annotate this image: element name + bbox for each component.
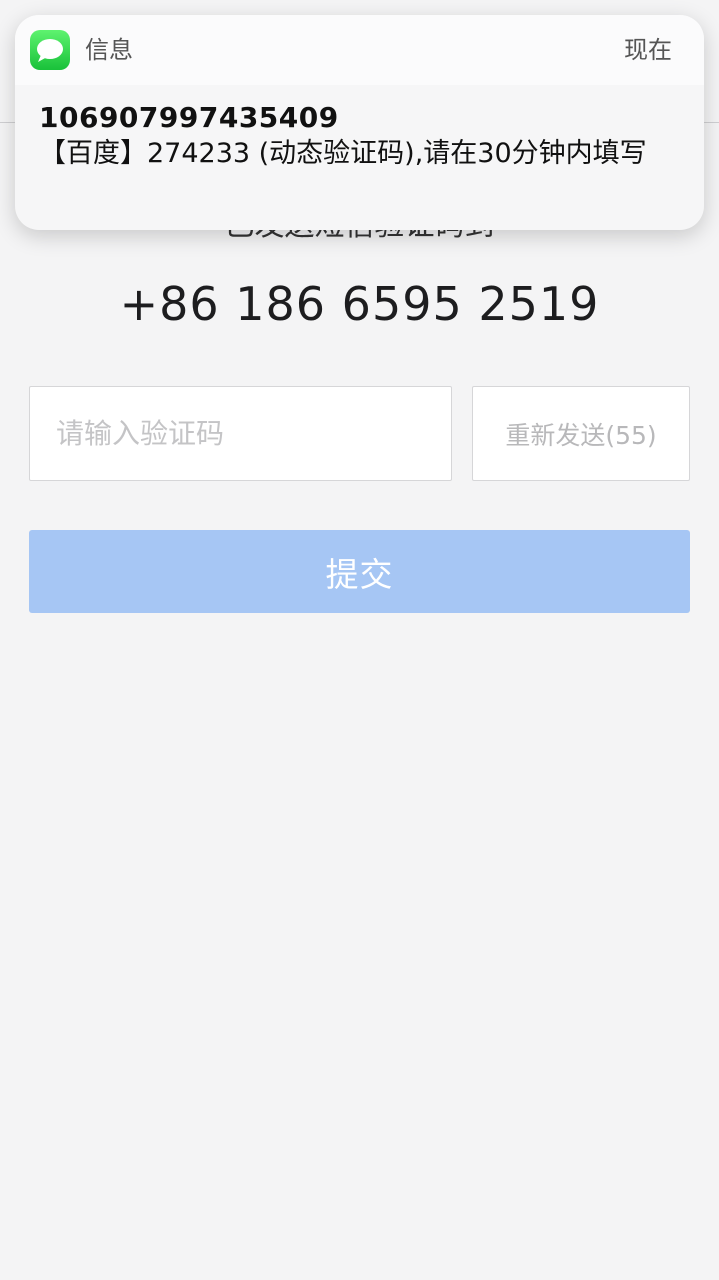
verification-screen: 已发送短信验证码到 +86 186 6595 2519 重新发送(55) 提交 … bbox=[0, 0, 719, 1280]
notification-message: 【百度】274233 (动态验证码),请在30分钟内填写 bbox=[39, 138, 647, 169]
resend-code-button[interactable]: 重新发送(55) bbox=[472, 386, 690, 481]
verification-code-input[interactable] bbox=[29, 386, 452, 481]
notification-header: 信息 现在 bbox=[15, 15, 704, 85]
notification-sender: 106907997435409 bbox=[39, 101, 339, 134]
phone-number: +86 186 6595 2519 bbox=[119, 277, 600, 331]
speech-bubble-icon bbox=[37, 39, 63, 62]
messages-bubble-icon bbox=[30, 30, 70, 70]
submit-button[interactable]: 提交 bbox=[29, 530, 690, 613]
sms-notification-banner[interactable]: 信息 现在 106907997435409 【百度】274233 (动态验证码)… bbox=[15, 15, 704, 230]
notification-time: 现在 bbox=[624, 36, 672, 64]
notification-app-name: 信息 bbox=[85, 36, 133, 64]
